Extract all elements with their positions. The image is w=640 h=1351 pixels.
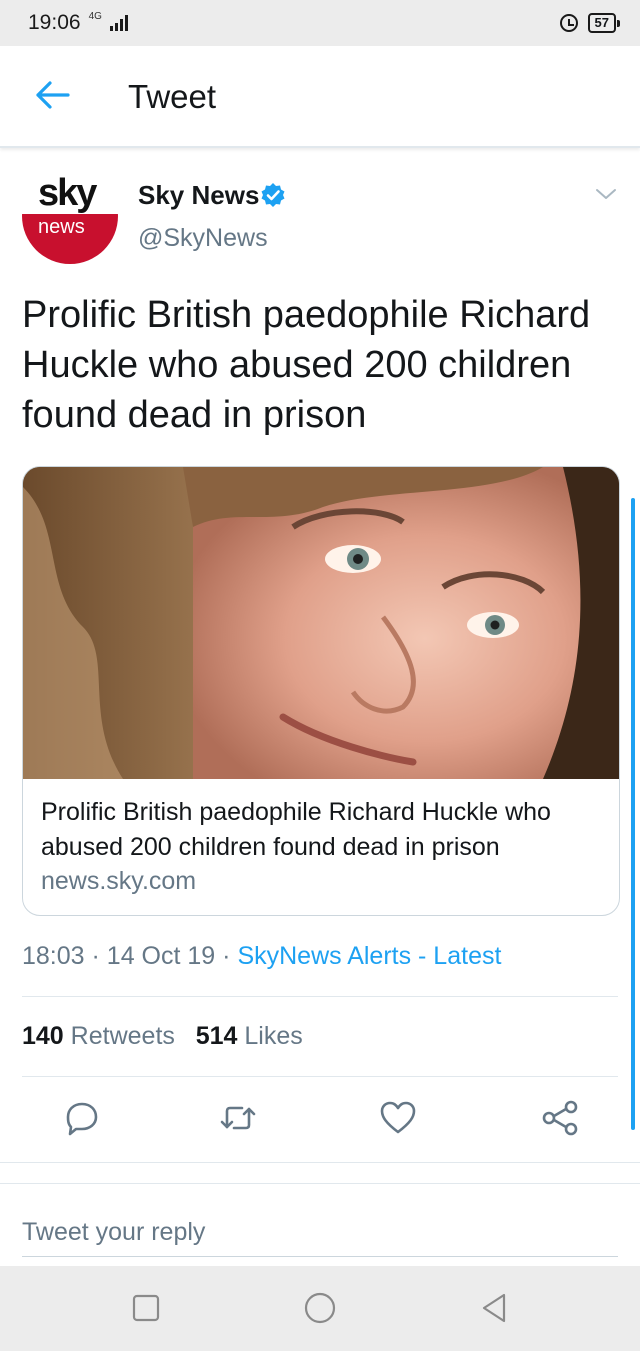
retweets-label: Retweets <box>70 1022 175 1050</box>
likes-label: Likes <box>244 1022 303 1050</box>
back-arrow-icon[interactable] <box>34 80 70 110</box>
status-bar: 19:06 4G 57 <box>0 0 640 46</box>
like-icon[interactable] <box>378 1098 418 1138</box>
tweet-text: Prolific British paedophile Richard Huck… <box>22 294 591 436</box>
tweet-actions <box>22 1098 618 1146</box>
meta-separator: · <box>222 942 231 970</box>
tweet-time: 18:03 <box>22 942 85 970</box>
card-title: Prolific British paedophile Richard Huck… <box>41 798 551 861</box>
page-title: Tweet <box>128 78 217 115</box>
reply-icon[interactable] <box>62 1098 102 1138</box>
likes-count: 514 <box>195 1022 238 1050</box>
status-right: 57 <box>559 13 621 33</box>
tweet-date: 14 Oct 19 <box>106 942 216 970</box>
home-icon[interactable] <box>304 1292 336 1324</box>
alarm-icon <box>559 14 578 32</box>
meta-separator: · <box>91 942 100 970</box>
avatar[interactable]: sky news <box>22 168 118 264</box>
tweet-meta: 18:03 · 14 Oct 19 · SkyNews Alerts - Lat… <box>22 942 501 971</box>
divider <box>22 996 618 997</box>
top-app-bar: Tweet <box>0 46 640 148</box>
system-nav-bar <box>0 1266 640 1351</box>
verified-badge-icon <box>261 183 285 207</box>
tweet-stats: 140 Retweets 514 Likes <box>22 1022 303 1051</box>
card-photo <box>23 467 619 779</box>
battery-indicator: 57 <box>587 13 621 33</box>
divider <box>22 1076 618 1077</box>
network-type: 4G <box>88 11 102 22</box>
status-left: 19:06 4G <box>28 11 128 35</box>
section-separator <box>0 1162 640 1184</box>
retweets-count: 140 <box>22 1022 64 1050</box>
chevron-down-icon[interactable] <box>594 186 618 202</box>
back-nav-icon[interactable] <box>478 1292 510 1324</box>
avatar-logo-subtext: news <box>38 216 85 238</box>
recent-apps-icon[interactable] <box>130 1292 162 1324</box>
scrollbar-thumb[interactable] <box>631 498 635 1130</box>
link-preview-card[interactable]: Prolific British paedophile Richard Huck… <box>22 466 620 916</box>
tweet-author: sky news Sky News @SkyNews <box>22 168 622 268</box>
signal-icon <box>109 15 128 31</box>
author-handle[interactable]: @SkyNews <box>138 224 268 253</box>
tweet-source-link[interactable]: SkyNews Alerts - Latest <box>237 942 501 970</box>
reply-input[interactable] <box>22 1208 618 1257</box>
share-icon[interactable] <box>540 1098 580 1138</box>
clock: 19:06 <box>28 11 81 34</box>
retweets-stat[interactable]: 140 Retweets <box>22 1022 175 1050</box>
card-domain: news.sky.com <box>41 867 197 895</box>
likes-stat[interactable]: 514 Likes <box>196 1022 303 1050</box>
retweet-icon[interactable] <box>218 1098 258 1138</box>
author-name[interactable]: Sky News <box>138 180 259 211</box>
avatar-logo-text: sky <box>38 172 97 214</box>
